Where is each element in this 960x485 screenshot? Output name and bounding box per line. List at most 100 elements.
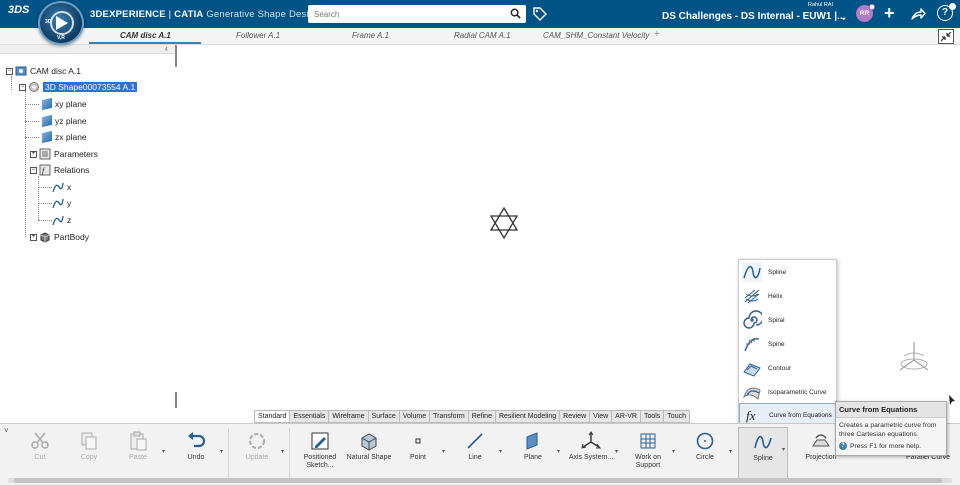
section-tab-touch[interactable]: Touch bbox=[664, 411, 689, 422]
dassault-logo-icon[interactable]: 3DS bbox=[8, 4, 32, 24]
tag-icon[interactable] bbox=[532, 6, 548, 22]
app-name: Generative Shape Design bbox=[203, 9, 320, 20]
contour-icon bbox=[743, 363, 761, 377]
tab-cam-disc[interactable]: CAM disc A.1 bbox=[120, 31, 171, 40]
section-tab-surface[interactable]: Surface bbox=[369, 411, 400, 422]
dropdown-arrow-icon[interactable]: ▾ bbox=[281, 448, 284, 455]
tree-node-relation-x[interactable]: x bbox=[52, 180, 71, 194]
section-tab-wireframe[interactable]: Wireframe bbox=[329, 411, 369, 422]
viewer-splitter[interactable] bbox=[175, 392, 177, 408]
collapse-action-bar-icon[interactable]: ˅ bbox=[4, 426, 9, 435]
collapse-tree-icon[interactable]: ‹ bbox=[165, 44, 168, 53]
dropdown-arrow-icon[interactable]: ▾ bbox=[499, 448, 502, 455]
dropdown-arrow-icon[interactable]: ▾ bbox=[557, 448, 560, 455]
tree-connector bbox=[11, 76, 12, 90]
menu-item-spine[interactable]: Spine bbox=[739, 332, 836, 356]
tree-node-partbody[interactable]: + PartBody bbox=[30, 230, 89, 244]
section-tab-review[interactable]: Review bbox=[560, 411, 591, 422]
section-tab-refine[interactable]: Refine bbox=[469, 411, 496, 422]
helix-icon bbox=[744, 289, 760, 304]
axis-triad-icon bbox=[899, 342, 929, 371]
natural-shape-button[interactable]: Natural Shape bbox=[344, 430, 394, 462]
expand-icon[interactable]: + bbox=[30, 150, 37, 158]
menu-item-isoparametric-curve[interactable]: Isoparametric Curve bbox=[739, 380, 836, 404]
dropdown-arrow-icon[interactable]: ▾ bbox=[782, 446, 785, 453]
axis-system-button[interactable]: Axis System... ▾ bbox=[566, 430, 618, 462]
section-tab-resilient-modeling[interactable]: Resilient Modeling bbox=[496, 411, 561, 422]
product-name: CATIA bbox=[174, 9, 204, 20]
tree-node-relations[interactable]: − f Relations bbox=[30, 163, 89, 177]
section-tab-view[interactable]: View bbox=[590, 411, 613, 422]
fullscreen-toggle[interactable] bbox=[938, 29, 954, 44]
work-on-support-button[interactable]: Work on Support ▾ bbox=[623, 430, 675, 470]
dropdown-arrow-icon[interactable]: ▾ bbox=[615, 448, 618, 455]
plane-button[interactable]: Plane ▾ bbox=[508, 430, 560, 462]
section-tab-standard[interactable]: Standard bbox=[255, 411, 291, 422]
search-input[interactable] bbox=[308, 5, 498, 23]
play-icon[interactable] bbox=[56, 16, 68, 30]
menu-item-helix[interactable]: Helix bbox=[739, 284, 836, 308]
line-button[interactable]: Line ▾ bbox=[450, 430, 502, 462]
horizontal-scrollbar-thumb[interactable] bbox=[14, 478, 942, 483]
tree-node-relation-z[interactable]: z bbox=[52, 213, 71, 227]
section-tab-essentials[interactable]: Essentials bbox=[290, 411, 330, 422]
menu-item-spiral[interactable]: Spiral bbox=[739, 308, 836, 332]
spline-icon bbox=[742, 262, 762, 282]
help-icon[interactable]: ? bbox=[937, 3, 956, 21]
tree-splitter[interactable] bbox=[175, 45, 177, 67]
expand-icon[interactable]: + bbox=[30, 233, 37, 241]
dropdown-arrow-icon[interactable]: ▾ bbox=[729, 448, 732, 455]
collapse-icon[interactable]: − bbox=[30, 166, 37, 174]
plus-icon[interactable]: + bbox=[884, 4, 895, 22]
menu-item-spline[interactable]: Spline bbox=[739, 260, 836, 284]
tree-label: yz plane bbox=[55, 116, 87, 126]
copy-button[interactable]: Copy bbox=[64, 430, 114, 462]
formula-curve-icon bbox=[52, 215, 64, 226]
collapse-icon[interactable]: − bbox=[6, 67, 13, 75]
section-tab-transform[interactable]: Transform bbox=[430, 411, 469, 422]
spline-button[interactable]: Spline ▾ bbox=[738, 427, 788, 482]
tab-radial-cam[interactable]: Radial CAM A.1 bbox=[454, 31, 511, 40]
tree-label: y bbox=[67, 198, 72, 208]
section-tab-volume[interactable]: Volume bbox=[400, 411, 431, 422]
tree-node-parameters[interactable]: + Parameters bbox=[30, 147, 98, 161]
tab-cam-shm[interactable]: CAM_SHM_Constant Velocity bbox=[543, 31, 649, 40]
tool-label: Line bbox=[468, 454, 482, 461]
tab-follower[interactable]: Follower A.1 bbox=[236, 31, 280, 40]
section-tab-tools[interactable]: Tools bbox=[641, 411, 665, 422]
tree-node-yz-plane[interactable]: yz plane bbox=[42, 114, 87, 128]
positioned-sketch-button[interactable]: Positioned Sketch... bbox=[295, 430, 345, 470]
share-icon[interactable] bbox=[910, 6, 926, 22]
tree-connector bbox=[25, 104, 39, 105]
search-icon[interactable] bbox=[510, 8, 521, 19]
search-box[interactable] bbox=[308, 5, 526, 23]
compass-icon[interactable]: 3D V,R bbox=[38, 1, 84, 45]
tree-node-zx-plane[interactable]: zx plane bbox=[42, 130, 87, 144]
avatar[interactable]: RR bbox=[856, 4, 875, 22]
tree-collapse-bar[interactable]: ‹ bbox=[0, 44, 176, 54]
cut-button[interactable]: Cut bbox=[15, 430, 65, 462]
undo-button[interactable]: Undo ▾ bbox=[171, 430, 223, 462]
action-bar: ˅ Cut Copy Paste ▾ Undo ▾ Update ▾ Posit… bbox=[0, 423, 960, 485]
tooltip: Curve from Equations Creates a parametri… bbox=[835, 401, 947, 456]
tree-node-xy-plane[interactable]: xy plane bbox=[42, 97, 87, 111]
update-button[interactable]: Update ▾ bbox=[232, 430, 284, 462]
tree-node-shape[interactable]: − 3D Shape00073554 A.1 bbox=[19, 80, 138, 94]
tree-node-relation-y[interactable]: y bbox=[52, 196, 71, 210]
collapse-icon[interactable]: − bbox=[19, 83, 26, 91]
dropdown-arrow-icon[interactable]: ▾ bbox=[220, 448, 223, 455]
status-dot bbox=[869, 4, 875, 10]
collab-space-selector[interactable]: DS Challenges - DS Internal - EUW1 |... bbox=[662, 11, 845, 22]
section-tab-ar-vr[interactable]: AR-VR bbox=[612, 411, 641, 422]
tree-node-root[interactable]: − CAM disc A.1 bbox=[6, 64, 81, 78]
add-tab-icon[interactable]: + bbox=[654, 29, 660, 40]
tab-frame[interactable]: Frame A.1 bbox=[352, 31, 389, 40]
chevron-down-icon[interactable]: ⌄ bbox=[840, 12, 848, 23]
circle-button[interactable]: Circle ▾ bbox=[680, 430, 732, 462]
dropdown-arrow-icon[interactable]: ▾ bbox=[162, 448, 165, 455]
dropdown-arrow-icon[interactable]: ▾ bbox=[672, 448, 675, 455]
menu-item-contour[interactable]: Contour bbox=[739, 356, 836, 380]
point-button[interactable]: Point ▾ bbox=[393, 430, 445, 462]
dropdown-arrow-icon[interactable]: ▾ bbox=[442, 448, 445, 455]
paste-button[interactable]: Paste ▾ bbox=[113, 430, 165, 462]
